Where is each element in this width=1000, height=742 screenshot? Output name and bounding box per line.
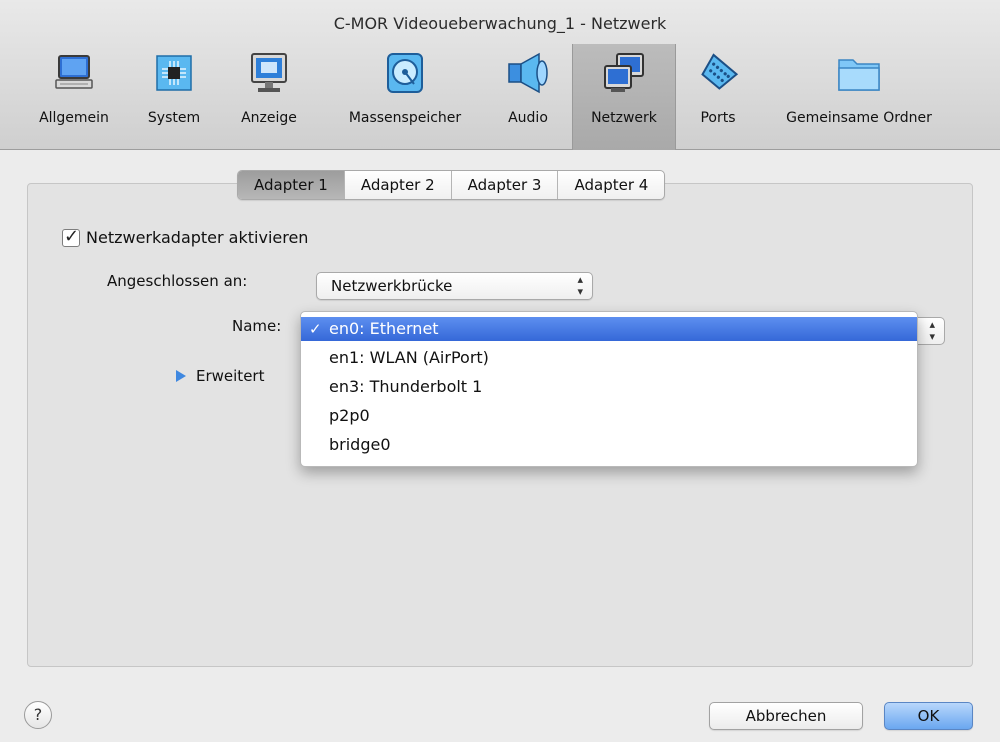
toolbar-item-massenspeicher[interactable]: Massenspeicher (330, 44, 480, 150)
checkmark-icon: ✓ (309, 320, 322, 338)
enable-adapter-label: Netzwerkadapter aktivieren (86, 228, 309, 247)
tab-adapter-4[interactable]: Adapter 4 (558, 171, 664, 199)
toolbar-item-gemeinsame-ordner[interactable]: Gemeinsame Ordner (764, 44, 954, 150)
monitor-icon (251, 53, 287, 92)
updown-arrows-icon: ▴ ▾ (577, 273, 583, 298)
ok-button[interactable]: OK (884, 702, 973, 730)
toolbar-item-label: Audio (508, 110, 548, 126)
attached-to-label: Angeschlossen an: (107, 272, 248, 290)
settings-window: C-MOR Videoueberwachung_1 - Netzwerk All… (0, 0, 1000, 742)
toolbar-item-ports[interactable]: Ports (684, 44, 752, 150)
tab-adapter-3[interactable]: Adapter 3 (452, 171, 559, 199)
tab-adapter-1[interactable]: Adapter 1 (238, 171, 345, 199)
chip-icon (156, 55, 192, 91)
checkmark-icon: ✓ (64, 225, 80, 247)
cancel-button[interactable]: Abbrechen (709, 702, 863, 730)
toolbar-item-label: Allgemein (39, 110, 109, 126)
enable-adapter-checkbox[interactable]: ✓ (62, 225, 80, 247)
toolbar-item-netzwerk[interactable]: Netzwerk (572, 44, 676, 150)
advanced-disclosure[interactable]: Erweitert (176, 367, 264, 385)
toolbar-item-label: System (147, 110, 201, 126)
toolbar-item-system[interactable]: System (136, 44, 212, 150)
adapter-tabs: Adapter 1 Adapter 2 Adapter 3 Adapter 4 (237, 170, 666, 200)
toolbar-item-label: Anzeige (241, 110, 297, 126)
menu-item-label: en1: WLAN (AirPort) (329, 348, 489, 367)
menu-item-label: en0: Ethernet (329, 319, 439, 338)
menu-item-bridge0[interactable]: bridge0 (301, 433, 917, 457)
menu-item-label: bridge0 (329, 435, 391, 454)
toolbar: C-MOR Videoueberwachung_1 - Netzwerk All… (0, 0, 1000, 150)
menu-item-en1[interactable]: en1: WLAN (AirPort) (301, 346, 917, 370)
speaker-icon (508, 52, 548, 94)
name-label: Name: (232, 317, 282, 335)
toolbar-item-anzeige[interactable]: Anzeige (226, 44, 312, 150)
name-dropdown-menu: ✓ en0: Ethernet en1: WLAN (AirPort) en3:… (300, 311, 918, 467)
general-icon (55, 55, 93, 89)
window-title: C-MOR Videoueberwachung_1 - Netzwerk (333, 14, 667, 33)
network-icon (604, 53, 644, 92)
menu-item-label: en3: Thunderbolt 1 (329, 377, 483, 396)
toolbar-item-label: Ports (700, 110, 736, 126)
serial-port-icon (701, 53, 739, 90)
menu-item-en0[interactable]: ✓ en0: Ethernet (301, 317, 917, 341)
menu-item-label: p2p0 (329, 406, 370, 425)
disclosure-triangle-icon (176, 370, 186, 382)
attached-to-value: Netzwerkbrücke (331, 277, 453, 295)
attached-to-popup[interactable]: Netzwerkbrücke ▴ ▾ (316, 272, 593, 300)
toolbar-item-label: Netzwerk (591, 110, 657, 126)
advanced-label: Erweitert (196, 367, 265, 385)
toolbar-item-label: Massenspeicher (348, 110, 462, 126)
help-button[interactable]: ? (24, 701, 52, 729)
tab-adapter-2[interactable]: Adapter 2 (345, 171, 452, 199)
disk-icon (387, 53, 423, 93)
menu-item-en3[interactable]: en3: Thunderbolt 1 (301, 375, 917, 399)
updown-arrows-icon: ▴ ▾ (929, 318, 935, 343)
enable-adapter-row[interactable]: ✓ Netzwerkadapter aktivieren (62, 225, 309, 247)
toolbar-item-audio[interactable]: Audio (492, 44, 564, 150)
folder-icon (838, 59, 880, 91)
menu-item-p2p0[interactable]: p2p0 (301, 404, 917, 428)
toolbar-item-allgemein[interactable]: Allgemein (26, 44, 122, 150)
toolbar-item-label: Gemeinsame Ordner (786, 110, 932, 126)
